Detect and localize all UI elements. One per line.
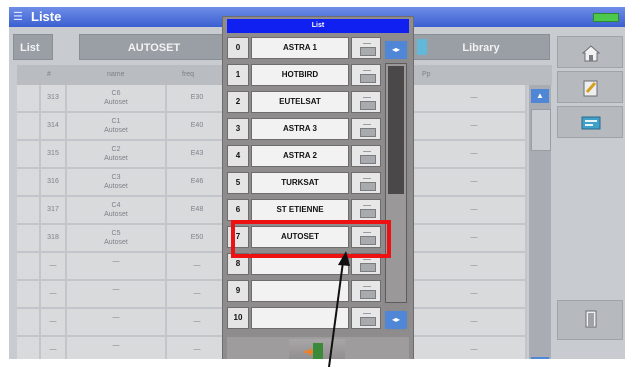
annotation-pointer xyxy=(328,251,350,367)
pointer-arrowhead-icon xyxy=(338,251,350,266)
pointer-line xyxy=(328,261,344,367)
